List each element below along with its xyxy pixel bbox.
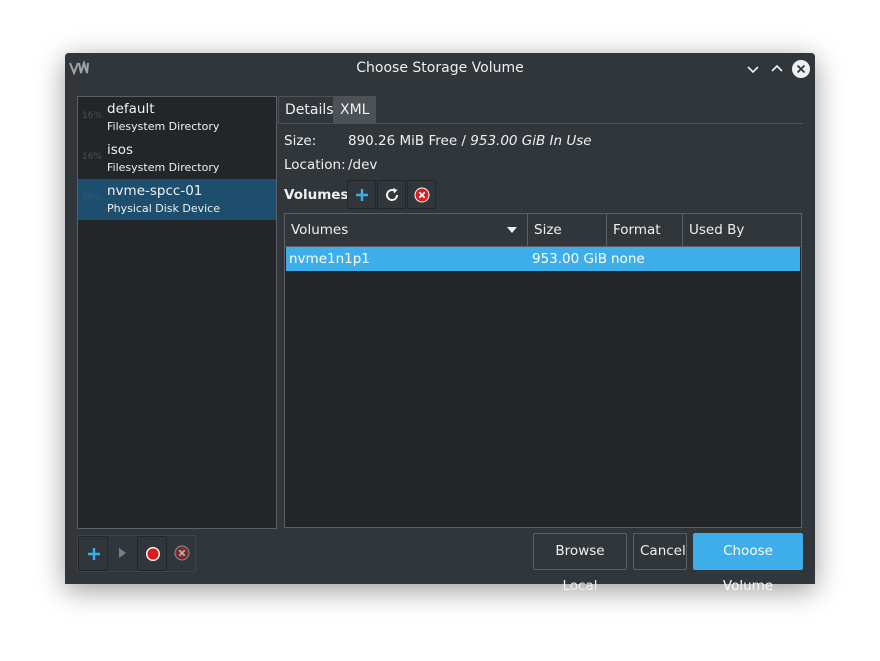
table-row[interactable]: nvme1n1p1 953.00 GiB none <box>286 247 800 271</box>
volume-size-cell: 953.00 GiB <box>532 251 608 267</box>
volume-name-cell: nvme1n1p1 <box>289 251 370 267</box>
add-volume-button[interactable] <box>347 180 376 209</box>
volumes-table-header: Volumes Size Format Used By <box>285 214 801 247</box>
pool-type: Filesystem Directory <box>107 120 220 133</box>
delete-circle-icon <box>414 187 430 203</box>
refresh-volumes-button[interactable] <box>377 180 406 209</box>
start-pool-button[interactable] <box>107 536 137 571</box>
delete-circle-icon <box>174 545 190 561</box>
plus-icon <box>88 548 100 560</box>
pool-item-nvme-spcc-01[interactable]: 99% nvme-spcc-01 Physical Disk Device <box>78 179 276 220</box>
column-size[interactable]: Size <box>528 214 606 246</box>
browse-local-button[interactable]: Browse Local <box>533 533 627 594</box>
column-volumes-label: Volumes <box>291 222 349 238</box>
pool-type: Filesystem Directory <box>107 161 220 174</box>
pool-toolbar <box>77 535 196 572</box>
sort-down-icon <box>507 227 517 233</box>
location-value: /dev <box>348 157 378 173</box>
pool-name: default <box>107 101 155 117</box>
tab-xml[interactable]: XML <box>333 96 377 123</box>
location-label: Location: <box>284 157 346 173</box>
title-bar[interactable]: Choose Storage Volume <box>65 53 815 84</box>
pool-usage: 99% <box>82 193 103 203</box>
size-label: Size: <box>284 133 317 149</box>
chevron-down-icon <box>747 66 759 74</box>
maximize-button[interactable] <box>767 59 787 79</box>
column-format[interactable]: Format <box>607 214 682 246</box>
window-title: Choose Storage Volume <box>356 60 524 76</box>
tab-details[interactable]: Details <box>278 96 341 123</box>
volumes-heading: Volumes <box>284 187 349 203</box>
plus-icon <box>356 189 368 201</box>
size-in-use: 953.00 GiB In Use <box>470 133 592 149</box>
pool-item-isos[interactable]: 16% isos Filesystem Directory <box>78 138 276 179</box>
pool-usage: 16% <box>82 111 103 121</box>
tab-divider <box>278 123 803 124</box>
choose-volume-button[interactable]: Choose Volume <box>693 533 803 594</box>
storage-pool-list[interactable]: 16% default Filesystem Directory 16% iso… <box>77 96 277 529</box>
refresh-icon <box>386 188 399 201</box>
column-used-by[interactable]: Used By <box>683 214 801 246</box>
pool-type: Physical Disk Device <box>107 202 220 215</box>
pool-name: nvme-spcc-01 <box>107 183 203 199</box>
column-volumes[interactable]: Volumes <box>285 214 527 246</box>
pool-usage: 16% <box>82 152 103 162</box>
delete-pool-button[interactable] <box>167 536 197 571</box>
choose-storage-volume-dialog: Choose Storage Volume 16% default Filesy… <box>65 53 815 594</box>
minimize-button[interactable] <box>743 59 763 79</box>
delete-volume-button[interactable] <box>407 180 436 209</box>
volumes-table[interactable]: Volumes Size Format Used By nvme1n1p1 95… <box>284 213 802 528</box>
stop-pool-button[interactable] <box>137 536 167 571</box>
size-value: 890.26 MiB Free / 953.00 GiB In Use <box>348 133 592 149</box>
add-pool-button[interactable] <box>78 536 108 571</box>
cancel-button[interactable]: Cancel <box>633 533 687 570</box>
size-free: 890.26 MiB Free / <box>348 133 471 149</box>
pool-name: isos <box>107 142 134 158</box>
pool-item-default[interactable]: 16% default Filesystem Directory <box>78 97 276 138</box>
close-button[interactable] <box>791 59 811 79</box>
play-icon <box>119 548 126 558</box>
volume-format-cell: none <box>611 251 645 267</box>
stop-circle-icon <box>146 547 160 561</box>
close-circle-icon <box>792 60 810 78</box>
chevron-up-icon <box>771 64 783 72</box>
